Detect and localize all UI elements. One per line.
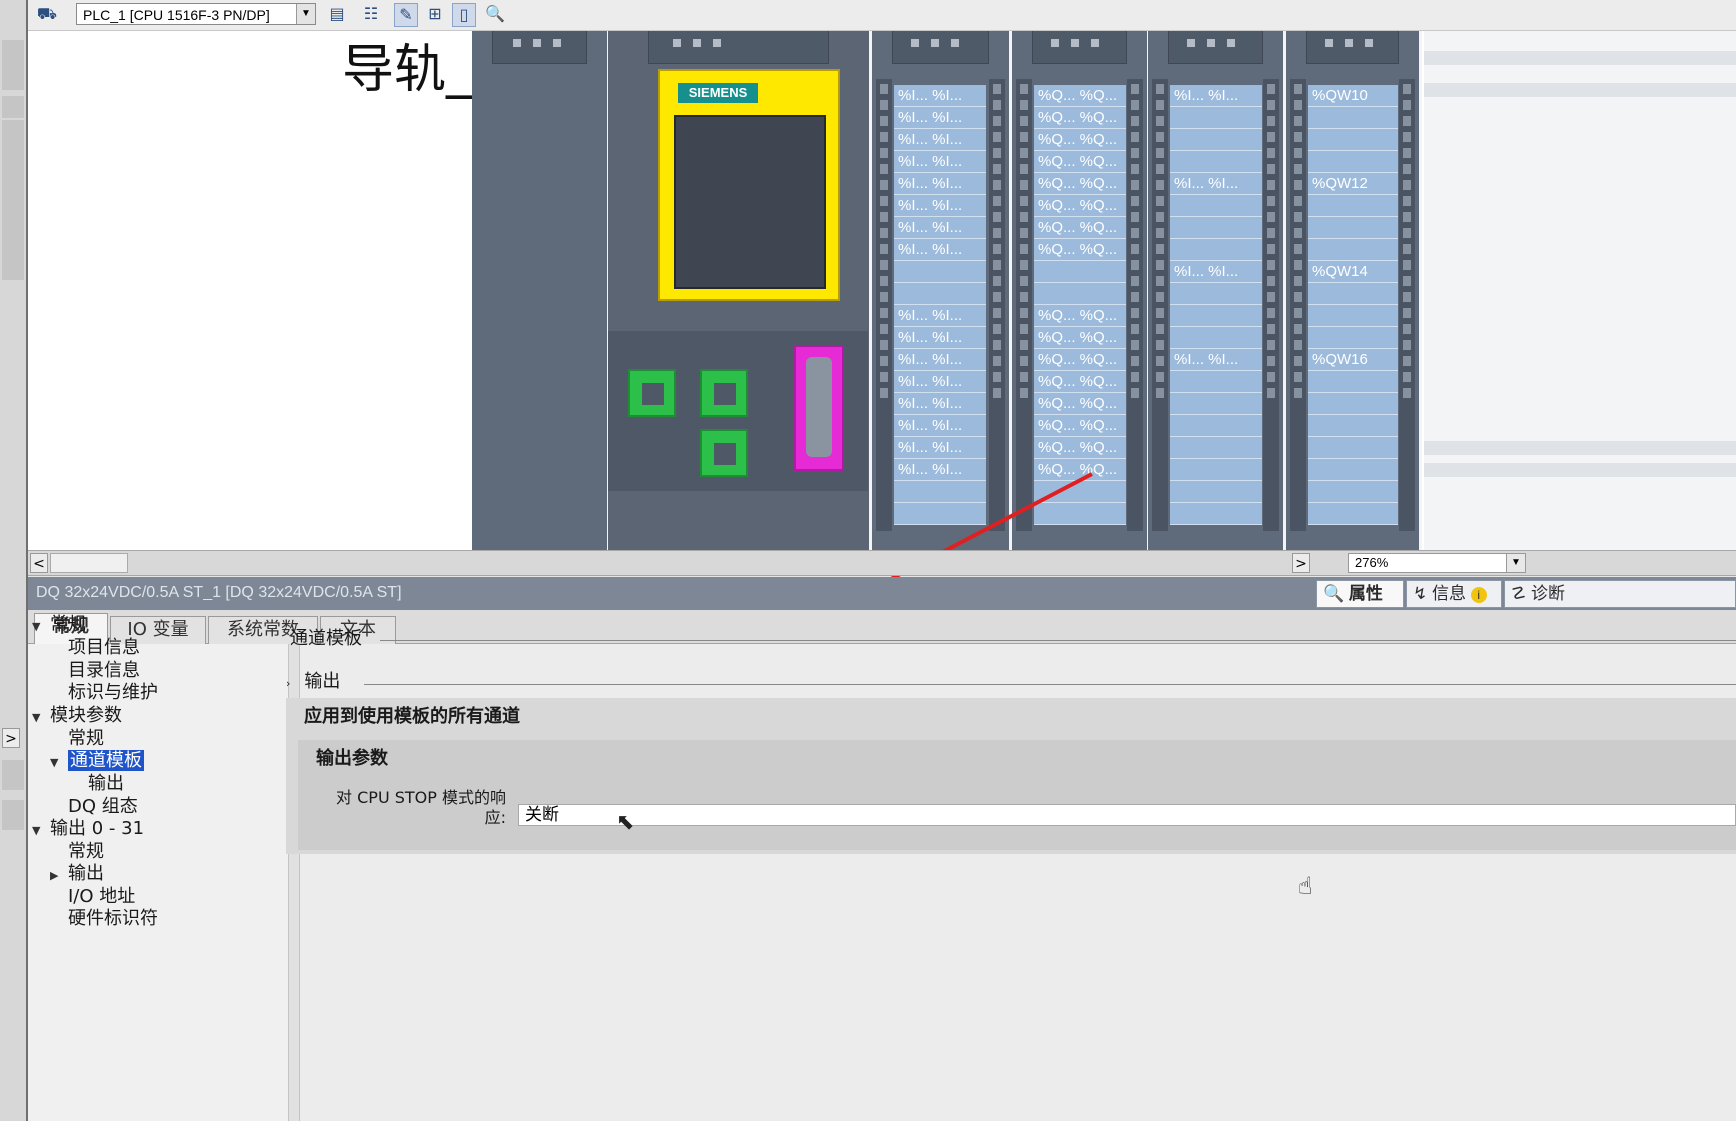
cpu-stop-label-line2: 应: [484, 808, 506, 827]
cpu-stop-label-line1: 对 CPU STOP 模式的响 [336, 788, 506, 807]
cpu-stop-value: 关断 [525, 805, 559, 825]
canvas-scrollbar[interactable]: < > 276% ▼ [28, 550, 1736, 576]
chevron-down-icon: ▼ [32, 824, 41, 837]
section-output-label: 输出 [304, 671, 341, 692]
tab-info[interactable]: ↯ 信息 i [1406, 580, 1502, 608]
divider [364, 684, 1736, 685]
chevron-right-icon: ▶ [50, 869, 59, 882]
tab-diagnostics[interactable]: ☡ 诊断 [1504, 580, 1736, 608]
section-output[interactable]: › 输出 [286, 667, 340, 693]
scroll-left-button[interactable]: < [30, 553, 48, 573]
cpu-stop-select[interactable]: 关断 [518, 804, 1736, 826]
tab-properties[interactable]: 🔍 属性 [1316, 580, 1404, 608]
section-channel-template: 通道模板 [290, 628, 362, 649]
chevron-down-icon[interactable]: ▼ [1506, 554, 1525, 572]
inspector-tabs: 常规 IO 变量 系统常数 文本 [28, 610, 1736, 644]
divider [380, 640, 1736, 641]
mouse-pointer-icon: ⬉ [616, 810, 635, 835]
info-icon: i [1470, 587, 1487, 603]
diagnostics-icon: ☡ [1511, 584, 1527, 603]
scroll-right-button[interactable]: > [1292, 553, 1310, 573]
apply-all-box: 应用到使用模板的所有通道 输出参数 对 CPU STOP 模式的响 应: 关断 [286, 698, 1736, 854]
output-params-box: 输出参数 对 CPU STOP 模式的响 应: 关断 [298, 740, 1736, 850]
hand-cursor-icon: ☝ [1298, 872, 1313, 900]
inspector-title-bar: DQ 32x24VDC/0.5A ST_1 [DQ 32x24VDC/0.5A … [28, 577, 1736, 610]
tab-properties-label: 属性 [1348, 584, 1383, 603]
tab-diagnostics-label: 诊断 [1530, 584, 1565, 603]
inspector-title: DQ 32x24VDC/0.5A ST_1 [DQ 32x24VDC/0.5A … [36, 584, 402, 601]
properties-icon: 🔍 [1323, 584, 1345, 603]
scroll-thumb[interactable] [50, 553, 128, 573]
tree-channel-template-label: 通道模板 [68, 750, 144, 771]
chevron-down-icon: ▼ [50, 756, 59, 769]
tree-out-output-label: 输出 [68, 863, 104, 884]
chevron-down-icon: ▼ [32, 620, 41, 633]
zoom-value: 276% [1355, 555, 1389, 570]
chevron-down-icon: ▼ [32, 711, 41, 724]
output-params-title: 输出参数 [316, 748, 388, 769]
apply-all-title: 应用到使用模板的所有通道 [304, 706, 520, 727]
tree-hw-id[interactable]: 硬件标识符 [68, 904, 158, 930]
tab-info-label: 信息 [1431, 584, 1466, 603]
tree-general-label: 常规 [50, 614, 86, 635]
tree-outputs-label: 输出 0 - 31 [50, 818, 145, 839]
cpu-stop-label: 对 CPU STOP 模式的响 应: [328, 788, 506, 828]
info-tab-icon: ↯ [1413, 584, 1428, 603]
chevron-right-icon: › [286, 677, 291, 690]
zoom-select[interactable]: 276% ▼ [1348, 553, 1526, 573]
tree-module-params-label: 模块参数 [50, 705, 122, 726]
